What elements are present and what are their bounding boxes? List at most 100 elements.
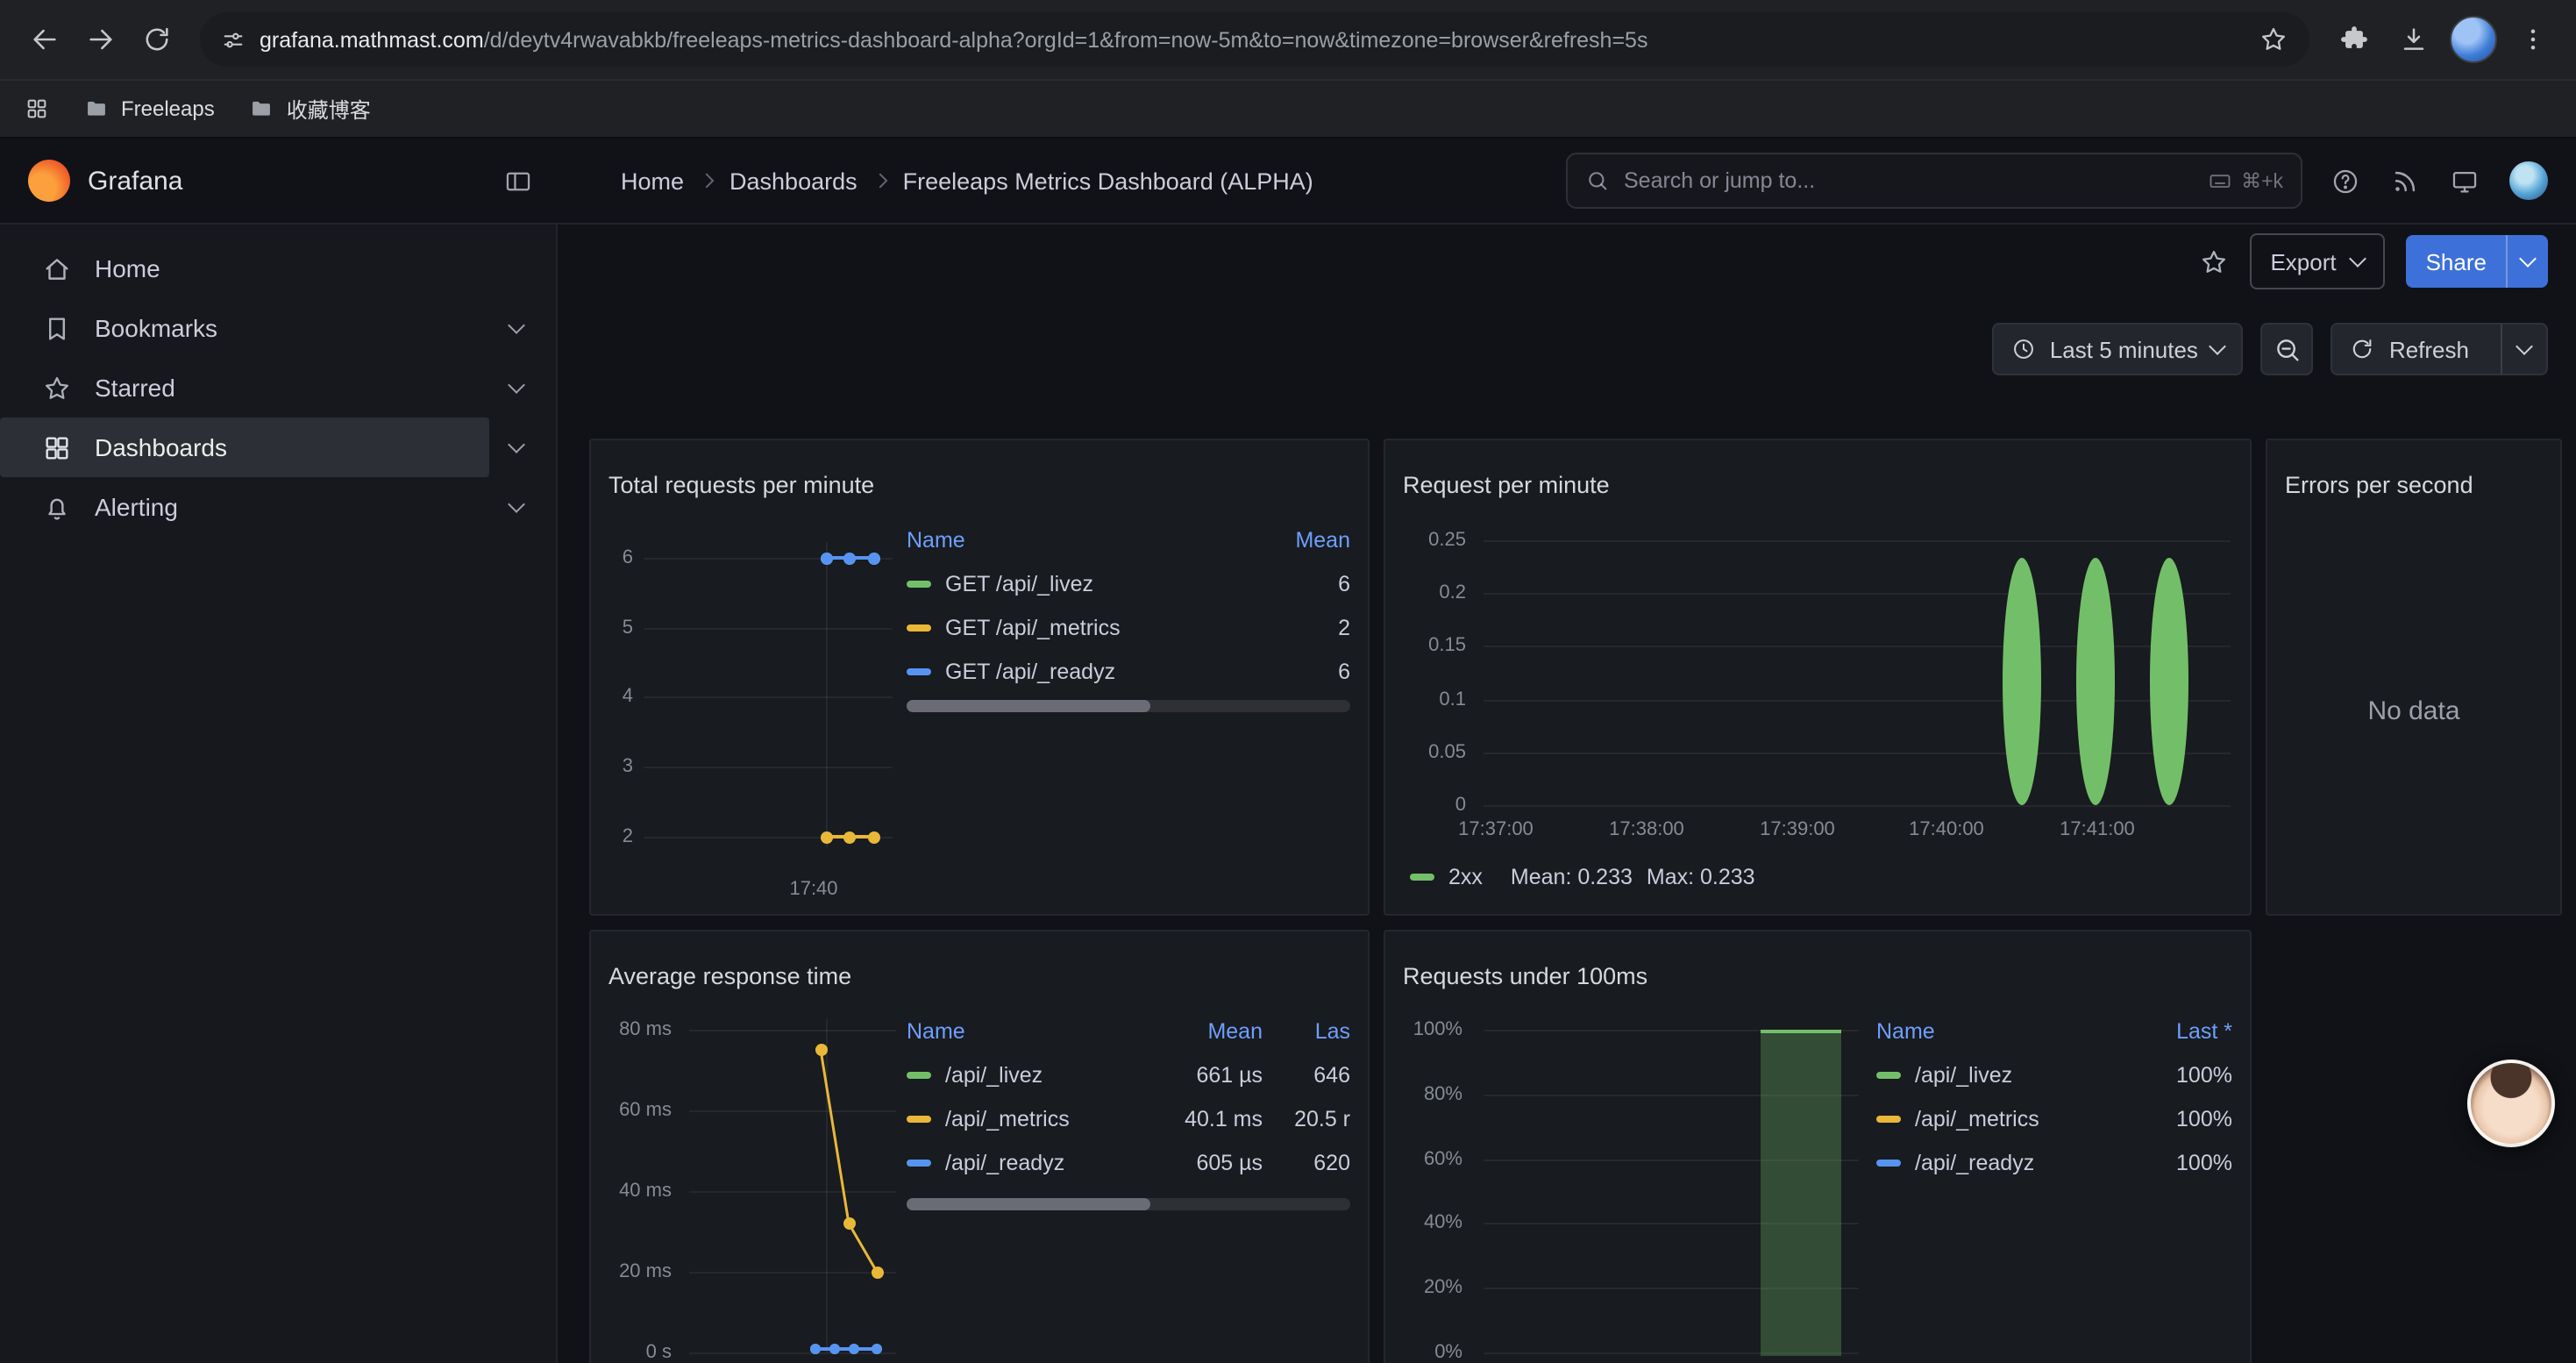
sidebar-item-starred[interactable]: Starred bbox=[0, 358, 556, 417]
profile-button[interactable] bbox=[2446, 13, 2499, 66]
series-point bbox=[843, 1217, 855, 1230]
sidebar-item-dashboards[interactable]: Dashboards bbox=[0, 417, 556, 477]
legend-row[interactable]: /api/_readyz 100% bbox=[1876, 1140, 2232, 1184]
forward-button[interactable] bbox=[74, 13, 126, 66]
sidebar-item-home[interactable]: Home bbox=[0, 239, 556, 298]
col-header-mean[interactable]: Mean bbox=[1295, 527, 1350, 552]
browser-menu-button[interactable] bbox=[2506, 13, 2558, 66]
horizontal-scrollbar[interactable] bbox=[907, 700, 1350, 712]
legend-row[interactable]: GET /api/_livez 6 bbox=[907, 561, 1350, 605]
gridline bbox=[644, 696, 893, 698]
refresh-interval-button[interactable] bbox=[2501, 325, 2546, 374]
refresh-main[interactable]: Refresh bbox=[2333, 325, 2487, 374]
breadcrumb-dashboards[interactable]: Dashboards bbox=[729, 168, 857, 194]
chevron-down-icon[interactable] bbox=[489, 384, 542, 391]
legend-row[interactable]: /api/_metrics 40.1 ms 20.5 r bbox=[907, 1096, 1350, 1140]
sidebar-item-bookmarks[interactable]: Bookmarks bbox=[0, 298, 556, 358]
series-name: /api/_metrics bbox=[945, 1106, 1136, 1131]
bookmark-item-freeleaps[interactable]: Freeleaps bbox=[84, 96, 215, 121]
legend-row[interactable]: /api/_readyz 605 µs 620 bbox=[907, 1140, 1350, 1184]
site-info-icon[interactable] bbox=[221, 27, 246, 52]
panel-title: Average response time bbox=[608, 963, 851, 989]
share-menu-button[interactable] bbox=[2506, 235, 2548, 288]
back-button[interactable] bbox=[18, 13, 70, 66]
user-avatar[interactable] bbox=[2509, 161, 2548, 200]
scrollbar-thumb[interactable] bbox=[907, 700, 1150, 712]
reload-button[interactable] bbox=[130, 13, 182, 66]
gridline bbox=[1484, 805, 2231, 807]
legend-header-row: Name Mean Las bbox=[907, 1009, 1350, 1053]
col-header-last[interactable]: Las bbox=[1263, 1018, 1350, 1043]
sidebar-item-alerting[interactable]: Alerting bbox=[0, 477, 556, 537]
bookmark-star-icon[interactable] bbox=[2259, 25, 2288, 54]
time-range-picker[interactable]: Last 5 minutes bbox=[1992, 323, 2244, 375]
grafana-header: Grafana Home Dashboards Freeleaps Metric… bbox=[0, 139, 2576, 225]
scrollbar-thumb[interactable] bbox=[907, 1198, 1150, 1210]
x-tick-label: 17:39:00 bbox=[1727, 819, 1868, 840]
chevron-down-icon bbox=[2519, 250, 2537, 268]
y-tick-label: 0% bbox=[1385, 1342, 1462, 1363]
series-last: 100% bbox=[2176, 1106, 2232, 1131]
col-header-name[interactable]: Name bbox=[1876, 1018, 2176, 1043]
url-bar[interactable]: grafana.mathmast.com/d/deytv4rwavabkb/fr… bbox=[200, 12, 2309, 67]
chevron-down-icon[interactable] bbox=[489, 444, 542, 451]
panel-errors-per-second[interactable]: Errors per second No data bbox=[2266, 439, 2562, 916]
series-last: 100% bbox=[2176, 1150, 2232, 1174]
bookmark-icon bbox=[42, 313, 72, 343]
legend[interactable]: 2xx Mean: 0.233 Max: 0.233 bbox=[1410, 865, 1755, 889]
export-button[interactable]: Export bbox=[2249, 233, 2385, 289]
gridline bbox=[826, 1019, 828, 1352]
y-tick-label: 2 bbox=[591, 826, 633, 847]
keyboard-icon bbox=[2208, 168, 2232, 193]
puzzle-icon bbox=[2338, 25, 2368, 54]
screen: grafana.mathmast.com/d/deytv4rwavabkb/fr… bbox=[0, 0, 2576, 1363]
downloads-button[interactable] bbox=[2387, 13, 2439, 66]
extensions-button[interactable] bbox=[2327, 13, 2380, 66]
col-header-name[interactable]: Name bbox=[907, 527, 1295, 552]
col-header-name[interactable]: Name bbox=[907, 1018, 1136, 1043]
dashboard-content: Export Share Last 5 minutes bbox=[558, 225, 2576, 1363]
series-mean: 6 bbox=[1338, 659, 1350, 683]
legend-row[interactable]: GET /api/_readyz 6 bbox=[907, 649, 1350, 693]
col-header-last[interactable]: Last * bbox=[2176, 1018, 2232, 1043]
search-input[interactable]: Search or jump to... ⌘+k bbox=[1566, 153, 2302, 209]
legend-row[interactable]: GET /api/_metrics 2 bbox=[907, 605, 1350, 649]
panel-average-response-time[interactable]: Average response time 80 ms60 ms40 ms20 … bbox=[589, 930, 1370, 1363]
grafana-brand[interactable]: Grafana bbox=[28, 160, 182, 202]
favorite-star-icon[interactable] bbox=[2198, 246, 2228, 276]
help-icon[interactable] bbox=[2330, 166, 2360, 196]
panel-request-per-minute[interactable]: Request per minute 0.250.20.150.10.05017… bbox=[1384, 439, 2252, 916]
bookmark-item-blogs[interactable]: 收藏博客 bbox=[250, 94, 371, 124]
gridline bbox=[689, 1030, 896, 1031]
news-rss-icon[interactable] bbox=[2390, 166, 2420, 196]
zoom-out-button[interactable] bbox=[2261, 323, 2314, 375]
legend-row[interactable]: /api/_livez 661 µs 646 bbox=[907, 1053, 1350, 1096]
chevron-down-icon[interactable] bbox=[489, 503, 542, 510]
x-tick-label: 17:37:00 bbox=[1426, 819, 1566, 840]
sidebar-toggle-icon[interactable] bbox=[503, 166, 533, 196]
legend-row[interactable]: /api/_metrics 100% bbox=[1876, 1096, 2232, 1140]
chevron-down-icon[interactable] bbox=[489, 325, 542, 332]
apps-grid-icon[interactable] bbox=[25, 96, 49, 121]
share-button[interactable]: Share bbox=[2407, 235, 2548, 288]
floating-avatar-overlay[interactable] bbox=[2467, 1060, 2555, 1147]
col-header-mean[interactable]: Mean bbox=[1136, 1018, 1263, 1043]
series-color-dash bbox=[907, 580, 931, 587]
panel-total-requests[interactable]: Total requests per minute 6543217:40 Nam… bbox=[589, 439, 1370, 916]
refresh-button[interactable]: Refresh bbox=[2331, 323, 2548, 375]
panel-requests-under-100ms[interactable]: Requests under 100ms 100%80%60%40%20%0%1… bbox=[1384, 930, 2252, 1363]
sidebar-item-label: Starred bbox=[95, 374, 175, 402]
breadcrumb-home[interactable]: Home bbox=[621, 168, 684, 194]
panel-title: Errors per second bbox=[2285, 472, 2473, 498]
series-color-dash bbox=[907, 1115, 931, 1122]
horizontal-scrollbar[interactable] bbox=[907, 1198, 1350, 1210]
gridline bbox=[826, 542, 828, 847]
x-tick-label: 17:38:00 bbox=[1576, 819, 1717, 840]
url-text: grafana.mathmast.com/d/deytv4rwavabkb/fr… bbox=[260, 27, 2245, 52]
legend-row[interactable]: /api/_livez 100% bbox=[1876, 1053, 2232, 1096]
gridline bbox=[644, 628, 893, 630]
x-tick-label: 17:40 bbox=[744, 879, 884, 900]
series-mean: Mean: 0.233 bbox=[1511, 865, 1633, 889]
monitor-icon[interactable] bbox=[2450, 166, 2480, 196]
series-point bbox=[872, 1344, 882, 1354]
